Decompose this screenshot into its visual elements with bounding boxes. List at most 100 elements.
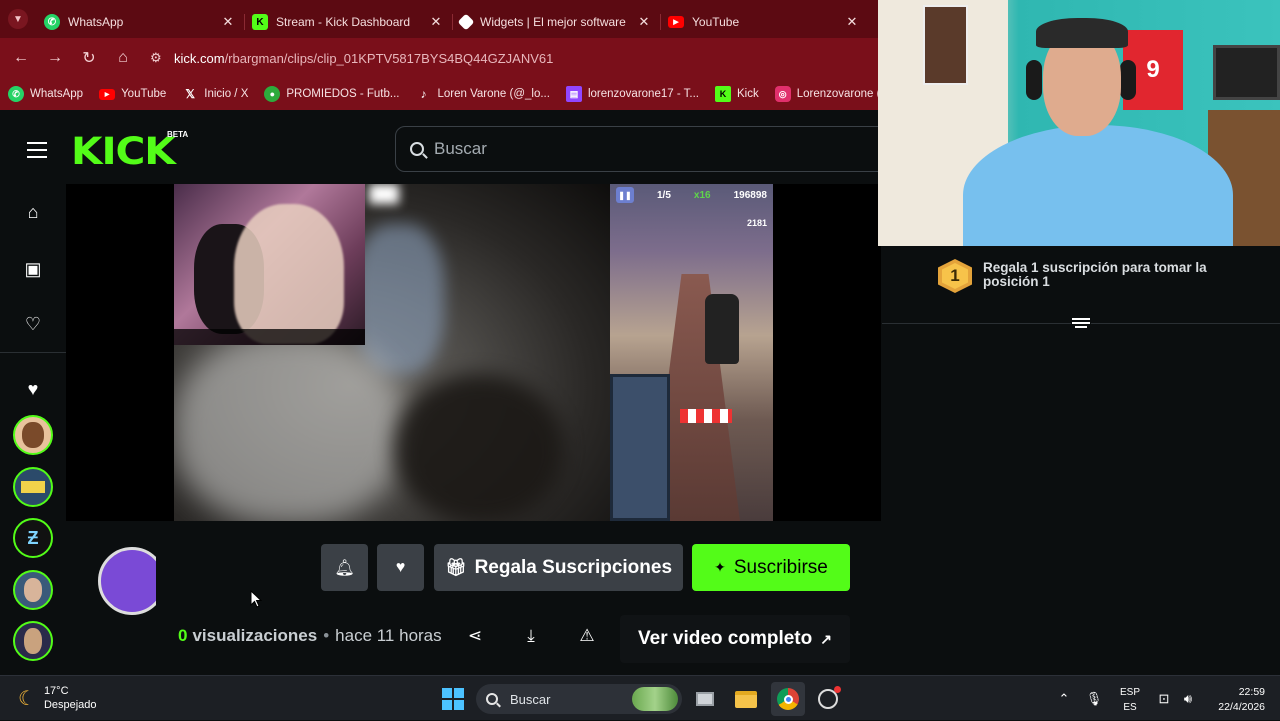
avatar	[24, 628, 42, 654]
arrow-right-icon: →	[47, 49, 63, 66]
game-barrier	[680, 409, 732, 423]
search-icon	[410, 142, 424, 156]
home-icon: ⌂	[118, 49, 128, 66]
rank-number: 1	[942, 263, 968, 289]
moon-icon: ☾	[18, 687, 36, 710]
chrome-button[interactable]	[771, 682, 805, 716]
reload-button[interactable]: ↻	[72, 41, 106, 75]
kick-logo[interactable]: KICK	[71, 130, 176, 173]
search-box[interactable]	[395, 126, 895, 172]
weather-condition: Despejado	[43, 699, 97, 711]
weather-widget[interactable]: ☾ 17°C Despejado	[18, 684, 97, 712]
chevron-up-icon[interactable]: ⌃	[1054, 676, 1074, 721]
system-clock[interactable]: 22:59 22/4/2026	[1205, 685, 1265, 715]
bookmark-label: YouTube	[121, 88, 167, 100]
promiedos-icon: ●	[264, 86, 281, 102]
webcam-poster	[923, 5, 968, 85]
download-icon[interactable]: ⤓	[519, 624, 543, 648]
close-icon[interactable]: ✕	[636, 14, 652, 30]
gift-label: Regala Suscripciones	[474, 556, 673, 578]
instagram-icon: ◎	[774, 86, 791, 102]
home-icon[interactable]: ⌂	[22, 201, 44, 223]
sidebar-divider	[0, 352, 66, 353]
game-overlay: ❚❚ 1/5 x16 196898 2181	[610, 184, 773, 521]
followed-channel-avatar[interactable]	[13, 467, 53, 507]
followed-channel-avatar[interactable]: Ƶ	[13, 518, 53, 558]
heart-outline-icon[interactable]: ♡	[22, 313, 44, 335]
clip-actions: 🔔︎ ♥ 🎁︎ Regala Suscripciones ✦ Suscribirse…	[66, 521, 881, 675]
taskbar-search[interactable]: Buscar	[476, 684, 682, 714]
gift-subscriptions-button[interactable]: 🎁︎ Regala Suscripciones	[434, 544, 683, 591]
start-button[interactable]	[436, 682, 470, 716]
report-icon[interactable]: ⚠	[575, 624, 599, 648]
heart-icon[interactable]: ♥	[22, 378, 44, 400]
language-code: ESP	[1119, 687, 1140, 698]
notification-button[interactable]: 🔔︎	[321, 544, 368, 591]
watch-full-video-button[interactable]: Ver video completo ↗	[620, 615, 850, 663]
reload-icon: ↻	[82, 50, 96, 67]
search-highlight-image	[632, 687, 678, 711]
address-bar: ← → ↻ ⌂ ⚙ kick.com/rbargman/clips/clip_0…	[0, 38, 878, 78]
close-icon[interactable]: ✕	[220, 14, 236, 30]
bookmark-x[interactable]: 𝕏 Inicio / X	[182, 86, 248, 102]
site-settings-icon[interactable]: ⚙	[150, 50, 174, 66]
chat-panel: 1 Regala 1 suscripción para tomar la pos…	[882, 246, 1280, 675]
home-button[interactable]: ⌂	[106, 41, 140, 75]
streamer-webcam: 9	[878, 0, 1280, 246]
subscribe-button[interactable]: ✦ Suscribirse	[692, 544, 850, 591]
x-icon: 𝕏	[185, 87, 196, 101]
bookmark-kick[interactable]: K Kick	[714, 86, 759, 102]
followed-channel-avatar[interactable]	[13, 570, 53, 610]
avatar	[24, 578, 42, 602]
menu-icon[interactable]	[27, 142, 47, 163]
bookmark-youtube[interactable]: ▶ YouTube	[99, 88, 166, 100]
kick-header: KICK BETA	[0, 110, 895, 184]
chrome-icon	[777, 688, 799, 710]
obs-button[interactable]	[811, 682, 845, 716]
followed-channel-avatar[interactable]	[13, 415, 53, 455]
whatsapp-icon: ✆	[44, 14, 60, 30]
forward-button[interactable]: →	[38, 41, 72, 75]
full-video-label: Ver video completo	[638, 628, 813, 649]
tab-search-button[interactable]: ▼	[0, 0, 36, 38]
kick-sidebar: ⌂ ▣ ♡ ♥ Ƶ	[0, 184, 66, 675]
bookmark-whatsapp[interactable]: ✆ WhatsApp	[8, 86, 83, 102]
bookmark-label: Loren Varone (@_lo...	[437, 88, 550, 100]
game-hud: ❚❚ 1/5 x16 196898	[610, 184, 773, 206]
tab-whatsapp[interactable]: ✆ WhatsApp ✕	[36, 6, 244, 38]
share-icon[interactable]: ⋖	[463, 624, 487, 648]
channel-avatar[interactable]	[98, 547, 156, 619]
task-view-button[interactable]	[688, 682, 722, 716]
windows-taskbar: ☾ 17°C Despejado Buscar ⌃ 🎙︎ ESP ES ⊡ 🔊︎…	[0, 675, 1280, 720]
tab-kick-dashboard[interactable]: K Stream - Kick Dashboard ✕	[244, 6, 452, 38]
language-indicator[interactable]: ESP ES	[1117, 685, 1143, 715]
url-field[interactable]: ⚙ kick.com/rbargman/clips/clip_01KPTV581…	[150, 43, 878, 73]
collapse-icon[interactable]	[1071, 315, 1091, 331]
avatar	[21, 481, 45, 493]
tab-widgets[interactable]: Widgets | El mejor software ✕	[452, 6, 660, 38]
clock-time: 22:59	[1238, 686, 1265, 698]
volume-icon[interactable]: 🔊︎	[1178, 676, 1198, 721]
tab-youtube[interactable]: ▶ YouTube ✕	[660, 6, 868, 38]
browse-icon[interactable]: ▣	[22, 258, 44, 280]
mouse-cursor-icon	[250, 590, 262, 608]
youtube-icon: ▶	[99, 88, 116, 100]
bookmarks-bar: ✆ WhatsApp ▶ YouTube 𝕏 Inicio / X ● PROMIEDO…	[0, 78, 909, 110]
clip-video-player[interactable]: ❚❚ 1/5 x16 196898 2181	[66, 184, 881, 521]
close-icon[interactable]: ✕	[844, 14, 860, 30]
close-icon[interactable]: ✕	[428, 14, 444, 30]
webcam-cap	[1036, 18, 1128, 48]
game-runner	[705, 294, 739, 364]
file-explorer-button[interactable]	[729, 682, 763, 716]
network-icon[interactable]: ⊡	[1154, 676, 1174, 721]
follow-button[interactable]: ♥	[377, 544, 424, 591]
microphone-icon[interactable]: 🎙︎	[1084, 676, 1104, 721]
chevron-down-icon: ▼	[8, 9, 28, 29]
bookmark-tiktok[interactable]: ♪ Loren Varone (@_lo...	[415, 86, 549, 102]
bookmark-twitch[interactable]: ▤ lorenzovarone17 - T...	[565, 86, 699, 102]
search-input[interactable]	[434, 139, 834, 159]
bookmark-promiedos[interactable]: ● PROMIEDOS - Futb...	[264, 86, 399, 102]
followed-channel-avatar[interactable]	[13, 621, 53, 661]
back-button[interactable]: ←	[4, 41, 38, 75]
gift-leaderboard-text: Regala 1 suscripción para tomar la posic…	[983, 260, 1207, 289]
